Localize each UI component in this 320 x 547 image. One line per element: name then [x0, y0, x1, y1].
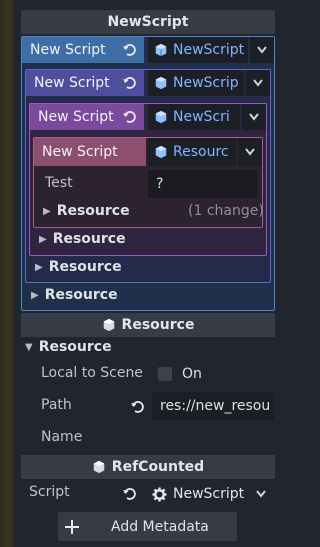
local-to-scene-value: On — [182, 366, 202, 382]
level-3-script-picker[interactable]: NewScri — [148, 104, 240, 130]
level-1-script-picker[interactable]: NewScript — [148, 37, 248, 63]
name-input[interactable] — [152, 424, 274, 452]
local-to-scene-label: Local to Scene — [41, 365, 143, 381]
checkbox-icon — [158, 367, 172, 381]
chevron-right-icon: ▶ — [35, 261, 43, 273]
refcounted-icon — [93, 460, 105, 474]
level-2-label-text: New Script — [34, 75, 110, 91]
test-value-text: ? — [156, 176, 164, 192]
level-3-picker-text: NewScri — [173, 109, 230, 125]
level-1-label-text: New Script — [30, 42, 106, 58]
chevron-right-icon: ▶ — [39, 233, 47, 245]
local-to-scene-text: Local to Scene — [41, 365, 143, 381]
path-value: res://new_resou — [160, 398, 271, 414]
reset-icon[interactable] — [122, 109, 138, 129]
reset-icon[interactable] — [122, 42, 138, 62]
level-2-dropdown-caret[interactable] — [246, 70, 270, 96]
resource-section-title: Resource — [121, 317, 195, 333]
test-property-value[interactable]: ? — [148, 170, 258, 198]
test-property-label: Test — [45, 175, 73, 191]
add-metadata-button[interactable]: Add Metadata — [58, 512, 237, 541]
resource-group-toggle[interactable]: ▼ Resource — [25, 339, 112, 355]
script-label-text: Script — [29, 484, 70, 500]
script-picker[interactable]: NewScript — [152, 482, 250, 506]
local-to-scene-checkbox[interactable]: On — [152, 360, 274, 388]
test-label-text: Test — [45, 175, 73, 191]
resource-section-header: Resource — [21, 313, 275, 337]
sub-resource-row-3[interactable]: ▶ Resource — [35, 259, 122, 275]
level-4-script-picker[interactable]: Resourc — [148, 138, 236, 166]
name-label: Name — [41, 429, 82, 445]
level-4-label-text: New Script — [42, 144, 118, 160]
resource-icon — [155, 43, 167, 57]
path-input[interactable]: res://new_resou — [152, 392, 274, 420]
reset-icon[interactable] — [130, 399, 146, 419]
script-value: NewScript — [173, 486, 245, 502]
level-2-picker-text: NewScrip — [173, 75, 239, 91]
reset-icon[interactable] — [122, 75, 138, 95]
chevron-right-icon: ▶ — [31, 289, 39, 301]
refcounted-section-title: RefCounted — [111, 459, 205, 475]
sub-resource-2-label: Resource — [52, 231, 126, 247]
chevron-right-icon: ▶ — [43, 205, 51, 217]
level-1-dropdown-caret[interactable] — [250, 37, 274, 63]
level-2-script-picker[interactable]: NewScrip — [148, 70, 244, 96]
path-label-text: Path — [41, 397, 72, 413]
chevron-down-icon — [245, 148, 255, 156]
add-metadata-label: Add Metadata — [111, 518, 209, 535]
name-label-text: Name — [41, 429, 83, 445]
level-4-picker-text: Resourc — [173, 144, 229, 160]
level-3-dropdown-caret[interactable] — [242, 104, 266, 130]
refcounted-section-header: RefCounted — [21, 455, 275, 479]
change-count: (1 change) — [188, 203, 264, 219]
sub-resource-row-1[interactable]: ▶ Resource — [43, 203, 130, 219]
level-3-label-text: New Script — [38, 109, 114, 125]
sub-resource-4-label: Resource — [44, 287, 118, 303]
reset-icon[interactable] — [122, 486, 138, 506]
gear-script-icon — [152, 486, 167, 502]
scene-viewport-edge — [0, 0, 14, 547]
inspector-title-text: NewScript — [107, 14, 189, 30]
change-count-text: (1 change) — [188, 203, 264, 219]
sub-resource-row-2[interactable]: ▶ Resource — [39, 231, 126, 247]
chevron-down-icon — [256, 490, 266, 498]
path-label: Path — [41, 397, 72, 413]
level-1-picker-text: NewScript — [173, 42, 245, 58]
resource-icon — [155, 145, 167, 159]
resource-icon — [155, 76, 167, 90]
chevron-down-icon — [249, 113, 259, 121]
level-4-dropdown-caret[interactable] — [238, 138, 262, 166]
sub-resource-1-label: Resource — [56, 203, 130, 219]
chevron-down-icon: ▼ — [25, 341, 33, 353]
resource-icon — [103, 318, 114, 332]
script-dropdown-caret[interactable] — [252, 484, 270, 504]
script-label: Script — [29, 484, 70, 500]
resource-group-label: Resource — [38, 339, 112, 355]
sub-resource-row-4[interactable]: ▶ Resource — [31, 287, 118, 303]
chevron-down-icon — [257, 46, 267, 54]
resource-icon — [155, 110, 167, 124]
inspector-title: NewScript — [21, 10, 275, 34]
level-4-label: New Script — [34, 138, 146, 166]
plus-icon — [65, 519, 79, 534]
chevron-down-icon — [253, 79, 263, 87]
sub-resource-3-label: Resource — [48, 259, 122, 275]
